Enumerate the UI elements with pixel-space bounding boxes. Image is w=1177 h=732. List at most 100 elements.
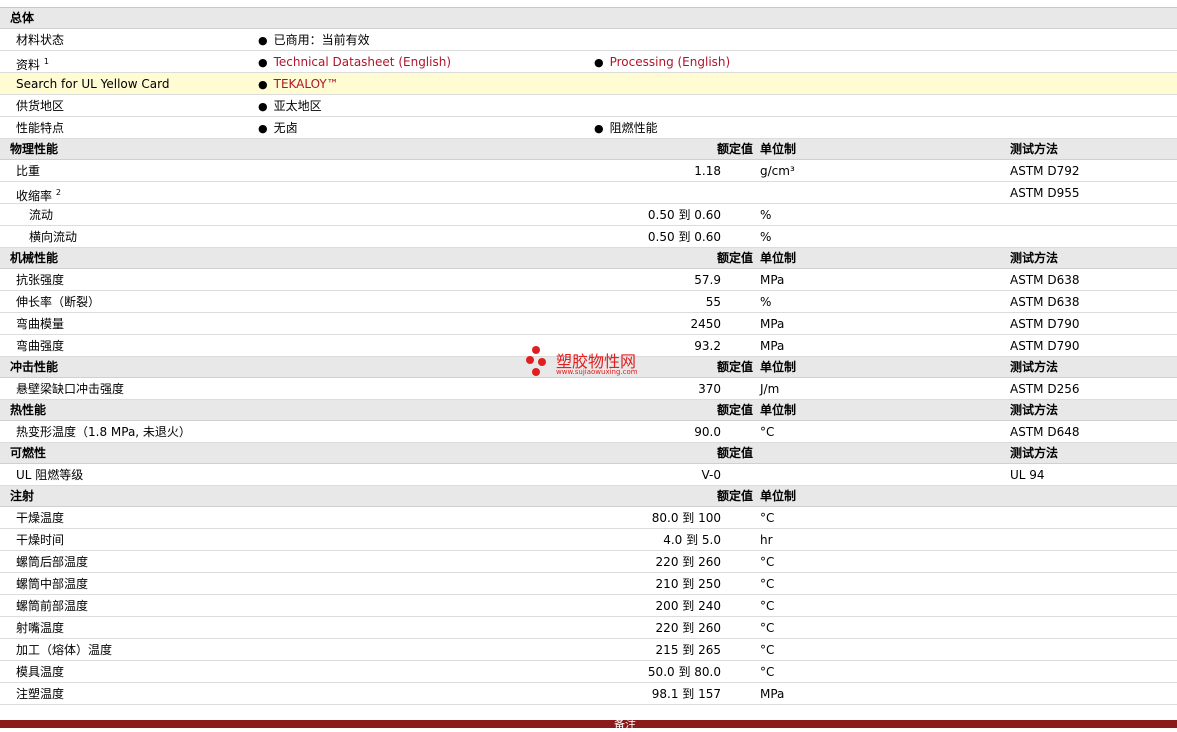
section-title: 冲击性能 xyxy=(10,360,59,374)
row-method: ASTM D955 xyxy=(1010,186,1080,200)
row-label: 注塑温度 xyxy=(16,687,65,701)
row-label: 干燥温度 xyxy=(16,511,65,525)
table-row: 悬壁梁缺口冲击强度 370 J/m ASTM D256 xyxy=(0,378,1177,400)
table-row: 收缩率 2 ASTM D955 xyxy=(0,182,1177,204)
row-method: ASTM D790 xyxy=(1010,339,1080,353)
row-unit: MPa xyxy=(760,273,785,287)
row-label: 射嘴温度 xyxy=(16,621,65,635)
row-unit: MPa xyxy=(760,687,785,701)
row-method: UL 94 xyxy=(1010,468,1045,482)
row-unit: °C xyxy=(760,599,775,613)
section-header-injection: 注射 额定值 单位制 xyxy=(0,486,1177,507)
row-ul-yellow-card: Search for UL Yellow Card ● TEKALOY™ xyxy=(0,73,1177,95)
row-unit: °C xyxy=(760,425,775,439)
row-label: 悬壁梁缺口冲击强度 xyxy=(16,382,125,396)
table-row: 比重 1.18 g/cm³ ASTM D792 xyxy=(0,160,1177,182)
section-title: 机械性能 xyxy=(10,251,59,265)
row-label: 供货地区 xyxy=(16,99,65,113)
col-header-unit: 单位制 xyxy=(760,489,797,503)
row-value: 210 到 250 xyxy=(655,577,721,591)
table-row: 流动 0.50 到 0.60 % xyxy=(0,204,1177,226)
section-header-thermal: 热性能 额定值 单位制 测试方法 xyxy=(0,400,1177,421)
section-title: 热性能 xyxy=(10,403,47,417)
row-label: 性能特点 xyxy=(16,121,65,135)
row-supply-region: 供货地区 ● 亚太地区 xyxy=(0,95,1177,117)
col-header-unit: 单位制 xyxy=(760,360,797,374)
dot-icon xyxy=(532,346,540,354)
col-header-unit: 单位制 xyxy=(760,251,797,265)
row-value: 4.0 到 5.0 xyxy=(663,533,721,547)
section-title: 注射 xyxy=(10,489,35,503)
row-label: 干燥时间 xyxy=(16,533,65,547)
row-unit: % xyxy=(760,208,772,222)
row-label: 螺筒中部温度 xyxy=(16,577,89,591)
row-method: ASTM D256 xyxy=(1010,382,1080,396)
row-value: 90.0 xyxy=(694,425,721,439)
tekaloy-link[interactable]: ● TEKALOY™ xyxy=(258,77,339,92)
row-value: 0.50 到 0.60 xyxy=(647,230,721,244)
row-unit: J/m xyxy=(760,382,780,396)
table-row: 抗张强度 57.9 MPa ASTM D638 xyxy=(0,269,1177,291)
bullet-icon: ● xyxy=(258,122,268,135)
technical-datasheet-link[interactable]: ● Technical Datasheet (English) xyxy=(258,55,451,70)
row-method: ASTM D638 xyxy=(1010,273,1080,287)
row-method: ASTM D638 xyxy=(1010,295,1080,309)
row-label: 弯曲强度 xyxy=(16,339,65,353)
table-row: 螺筒前部温度 200 到 240 °C xyxy=(0,595,1177,617)
row-documents: 资料 1 ● Technical Datasheet (English) ● Pro… xyxy=(0,51,1177,73)
bullet-icon: ● xyxy=(258,78,268,91)
col-header-value: 额定值 xyxy=(716,142,753,156)
row-unit: °C xyxy=(760,577,775,591)
col-header-method: 测试方法 xyxy=(1010,360,1059,374)
col-header-method: 测试方法 xyxy=(1010,251,1059,265)
row-unit: °C xyxy=(760,665,775,679)
table-row: 螺筒后部温度 220 到 260 °C xyxy=(0,551,1177,573)
row-value: 200 到 240 xyxy=(655,599,721,613)
row-value: 50.0 到 80.0 xyxy=(647,665,721,679)
row-label: 模具温度 xyxy=(16,665,65,679)
row-label: 横向流动 xyxy=(29,230,78,244)
bullet-icon: ● xyxy=(258,56,268,69)
section-header-flammability: 可燃性 额定值 测试方法 xyxy=(0,443,1177,464)
processing-link[interactable]: ● Processing (English) xyxy=(594,55,730,70)
row-label: 材料状态 xyxy=(16,33,65,47)
section-title: 物理性能 xyxy=(10,142,59,156)
table-row: 射嘴温度 220 到 260 °C xyxy=(0,617,1177,639)
col-header-value: 额定值 xyxy=(716,403,753,417)
col-header-value: 额定值 xyxy=(716,489,753,503)
dot-icon xyxy=(526,356,534,364)
row-unit: °C xyxy=(760,643,775,657)
row-unit: % xyxy=(760,230,772,244)
footer-bar: 备注 xyxy=(0,718,1177,731)
row-value: 215 到 265 xyxy=(655,643,721,657)
section-header-physical: 物理性能 额定值 单位制 测试方法 xyxy=(0,139,1177,160)
col-header-unit: 单位制 xyxy=(760,403,797,417)
bullet-icon: ● xyxy=(594,122,604,135)
table-row: UL 阻燃等级 V-0 UL 94 xyxy=(0,464,1177,486)
row-label: 流动 xyxy=(29,208,54,222)
row-label: 比重 xyxy=(16,164,41,178)
row-label: 加工（熔体）温度 xyxy=(16,643,113,657)
row-label: 弯曲模量 xyxy=(16,317,65,331)
col-header-value: 额定值 xyxy=(716,360,753,374)
row-unit: g/cm³ xyxy=(760,164,795,178)
dot-icon xyxy=(532,368,540,376)
section-header-mechanical: 机械性能 额定值 单位制 测试方法 xyxy=(0,248,1177,269)
footer-label: 备注 xyxy=(614,718,636,731)
table-row: 横向流动 0.50 到 0.60 % xyxy=(0,226,1177,248)
row-method: ASTM D790 xyxy=(1010,317,1080,331)
col-header-unit: 单位制 xyxy=(760,142,797,156)
injection-rows: 干燥温度 80.0 到 100 °C 干燥时间 4.0 到 5.0 hr 螺筒后部温度 220… xyxy=(0,507,1177,705)
row-label: 收缩率 2 xyxy=(16,188,61,203)
col-header-method: 测试方法 xyxy=(1010,403,1059,417)
row-value: 2450 xyxy=(690,317,721,331)
row-label: UL 阻燃等级 xyxy=(16,468,84,482)
table-row: 加工（熔体）温度 215 到 265 °C xyxy=(0,639,1177,661)
ul-yellow-card-label: Search for UL Yellow Card xyxy=(16,77,170,91)
row-value: 0.50 到 0.60 xyxy=(647,208,721,222)
col-header-value: 额定值 xyxy=(716,446,753,460)
bullet-icon: ● xyxy=(258,34,268,47)
row-unit: °C xyxy=(760,511,775,525)
col-header-value: 额定值 xyxy=(716,251,753,265)
row-value: 55 xyxy=(705,295,721,309)
